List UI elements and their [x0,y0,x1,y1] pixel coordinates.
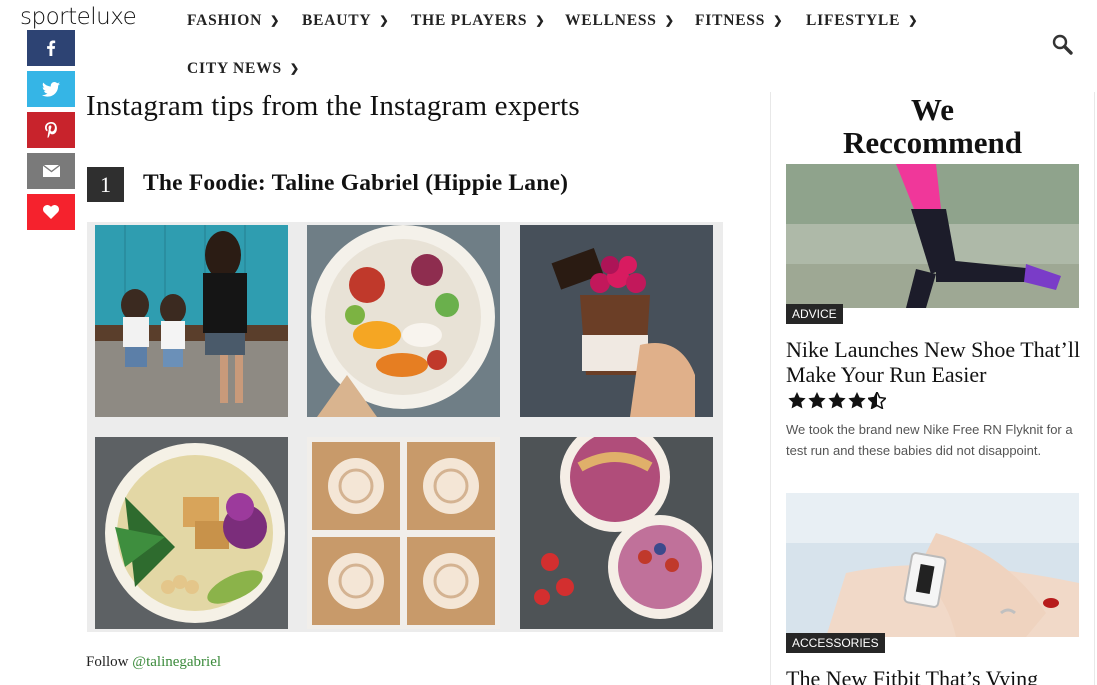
card-image-nike-runner[interactable] [786,164,1079,308]
nav-item-beauty[interactable]: BEAUTY ❯ [302,12,389,30]
chevron-down-icon: ❯ [270,15,281,27]
pinterest-icon [45,122,57,138]
sidebar-heading-line1: We [910,92,955,127]
card-category-badge[interactable]: ACCESSORIES [786,633,885,653]
instagram-handle-link[interactable]: @talinegabriel [132,654,221,670]
sidebar-border-right [1094,92,1095,685]
nav-item-label: FITNESS [695,12,766,29]
share-email-button[interactable] [27,153,75,189]
nav-item-label: FASHION [187,12,263,29]
photo-fruit-bowl [307,225,500,417]
star-half-icon [866,390,888,414]
nav-item-fashion[interactable]: FASHION ❯ [187,12,280,30]
facebook-icon [44,40,58,56]
star-full-icon [848,392,866,414]
card-category-badge[interactable]: ADVICE [786,304,843,324]
chevron-down-icon: ❯ [908,15,919,27]
chevron-down-icon: ❯ [379,15,390,27]
share-facebook-button[interactable] [27,30,75,66]
nav-item-wellness[interactable]: WELLNESS ❯ [565,12,675,30]
sidebar-heading-line2: Reccommend [842,125,1023,160]
photo-buddha-bowl [95,437,288,629]
card-image-fitbit-wrist[interactable] [786,493,1079,637]
rating-stars [788,390,888,414]
card-excerpt: We took the brand new Nike Free RN Flykn… [786,422,1073,458]
sidebar-divider [770,92,771,685]
nav-item-the-players[interactable]: THE PLAYERS ❯ [411,12,545,30]
card-title[interactable]: Nike Launches New Shoe That’ll Make Your… [786,337,1086,387]
chevron-down-icon: ❯ [664,15,675,27]
follow-line: Follow @talinegabriel [86,654,221,671]
share-twitter-button[interactable] [27,71,75,107]
nav-item-lifestyle[interactable]: LIFESTYLE ❯ [806,12,918,30]
chevron-down-icon: ❯ [535,15,546,27]
photo-smoothie-bowls [520,437,713,629]
photo-cupcakes [307,437,500,629]
like-button[interactable] [27,194,75,230]
entry-heading: The Foodie: Taline Gabriel (Hippie Lane) [143,170,569,196]
nav-item-label: WELLNESS [565,12,657,29]
article-title: Instagram tips from the Instagram expert… [86,90,580,122]
site-logo[interactable]: sporteluxe [20,4,137,30]
sidebar-heading: We Reccommend [786,93,1079,159]
search-icon[interactable] [1052,34,1074,56]
nav-item-label: BEAUTY [302,12,372,29]
instagram-photo-grid [87,222,723,632]
chevron-down-icon: ❯ [773,15,784,27]
star-full-icon [828,392,846,414]
nav-item-label: CITY NEWS [187,60,282,77]
nav-item-city-news[interactable]: CITY NEWS ❯ [187,60,300,78]
nav-item-fitness[interactable]: FITNESS ❯ [695,12,783,30]
entry-number-badge: 1 [87,167,124,202]
heart-icon [43,205,59,219]
share-pinterest-button[interactable] [27,112,75,148]
star-full-icon [808,392,826,414]
chevron-down-icon: ❯ [289,63,300,75]
follow-prefix: Follow [86,654,133,670]
photo-chocolate-raspberry [520,225,713,417]
star-full-icon [788,392,806,414]
twitter-icon [42,81,60,97]
nav-item-label: THE PLAYERS [411,12,528,29]
nav-item-label: LIFESTYLE [806,12,901,29]
photo-family-bench [95,225,288,417]
card-title[interactable]: The New Fitbit That’s Vying [786,666,1086,685]
email-icon [42,165,60,177]
